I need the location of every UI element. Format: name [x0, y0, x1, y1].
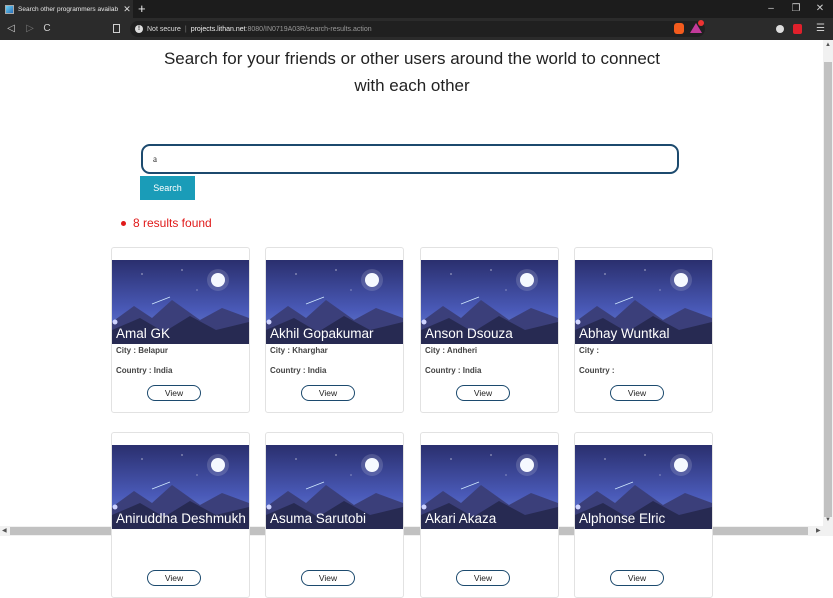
user-city: City : Belapur — [116, 346, 169, 355]
user-card: Akari Akaza View — [420, 432, 559, 598]
forward-icon[interactable]: ▷ — [24, 18, 36, 40]
view-profile-button[interactable]: View — [456, 570, 510, 586]
page-title-line1: Search for your friends or other users a… — [163, 49, 661, 68]
url-path: :8080/IN0719A03R/search-results.action — [245, 25, 372, 33]
page-title: Search for your friends or other users a… — [140, 45, 684, 99]
back-icon[interactable]: ◁ — [5, 18, 17, 40]
new-tab-icon[interactable]: + — [138, 0, 146, 18]
user-country: Country : India — [270, 366, 327, 375]
tab-strip: Search other programmers availab ✕ + – ❐… — [0, 0, 833, 18]
user-name: Asuma Sarutobi — [270, 511, 367, 526]
menu-icon[interactable]: ☰ — [816, 18, 825, 40]
tab-title: Search other programmers availab — [18, 5, 119, 13]
user-name: Alphonse Elric — [579, 511, 666, 526]
user-card: Asuma Sarutobi View — [265, 432, 404, 598]
page-title-line2: with each other — [354, 76, 470, 95]
user-name: Aniruddha Deshmukh — [116, 511, 246, 526]
results-text: 8 results found — [133, 216, 212, 230]
address-toolbar: ◁ ▷ C ! Not secure | projects.lithan.net… — [0, 18, 833, 40]
user-country: Country : India — [116, 366, 173, 375]
favicon-icon — [5, 4, 14, 14]
scroll-up-icon[interactable]: ▲ — [825, 42, 831, 48]
user-card: Aniruddha Deshmukh View — [111, 432, 250, 598]
user-card: Alphonse Elric View — [574, 432, 713, 598]
user-city: City : — [579, 346, 599, 355]
view-profile-button[interactable]: View — [301, 385, 355, 401]
view-profile-button[interactable]: View — [147, 385, 201, 401]
user-city: City : Kharghar — [270, 346, 328, 355]
bookmark-icon[interactable] — [113, 24, 120, 33]
close-tab-icon[interactable]: ✕ — [122, 0, 132, 18]
extension-icon[interactable] — [776, 25, 784, 33]
user-card: Amal GK City : Belapur Country : India View — [111, 247, 250, 413]
browser-tab[interactable]: Search other programmers availab ✕ — [0, 0, 133, 18]
scroll-right-icon[interactable]: ▶ — [816, 526, 821, 536]
url-host: projects.lithan.net — [190, 25, 246, 33]
view-profile-button[interactable]: View — [610, 570, 664, 586]
security-label: Not secure — [147, 25, 181, 33]
view-profile-button[interactable]: View — [610, 385, 664, 401]
user-city: City : Andheri — [425, 346, 478, 355]
divider: | — [184, 25, 187, 33]
address-bar[interactable]: ! Not secure | projects.lithan.net:8080/… — [130, 21, 705, 37]
vertical-scroll-thumb[interactable] — [824, 62, 832, 517]
minimize-icon[interactable]: – — [761, 0, 781, 18]
bullet-icon — [121, 220, 126, 226]
rewards-badge — [698, 20, 704, 26]
user-name: Akari Akaza — [425, 511, 497, 526]
view-profile-button[interactable]: View — [456, 385, 510, 401]
view-profile-button[interactable]: View — [147, 570, 201, 586]
reload-icon[interactable]: C — [41, 18, 53, 40]
window-close-icon[interactable]: ✕ — [810, 0, 830, 18]
view-profile-button[interactable]: View — [301, 570, 355, 586]
user-card: Akhil Gopakumar City : Kharghar Country : … — [265, 247, 404, 413]
user-name: Amal GK — [116, 326, 171, 341]
scroll-down-icon[interactable]: ▼ — [825, 517, 831, 523]
user-name: Abhay Wuntkal — [579, 326, 670, 341]
search-input[interactable] — [141, 144, 679, 174]
restore-icon[interactable]: ❐ — [786, 0, 806, 18]
brave-shield-icon[interactable] — [674, 23, 684, 34]
user-country: Country : — [579, 366, 615, 375]
user-name: Akhil Gopakumar — [270, 326, 374, 341]
search-button[interactable]: Search — [140, 176, 195, 200]
user-country: Country : India — [425, 366, 482, 375]
scroll-left-icon[interactable]: ◀ — [2, 526, 7, 536]
results-count: 8 results found — [121, 216, 212, 230]
info-icon[interactable]: ! — [135, 25, 143, 33]
extension-shield-icon[interactable] — [793, 24, 802, 34]
user-card: Abhay Wuntkal City : Country : View — [574, 247, 713, 413]
user-card: Anson Dsouza City : Andheri Country : Indi… — [420, 247, 559, 413]
user-name: Anson Dsouza — [425, 326, 513, 341]
